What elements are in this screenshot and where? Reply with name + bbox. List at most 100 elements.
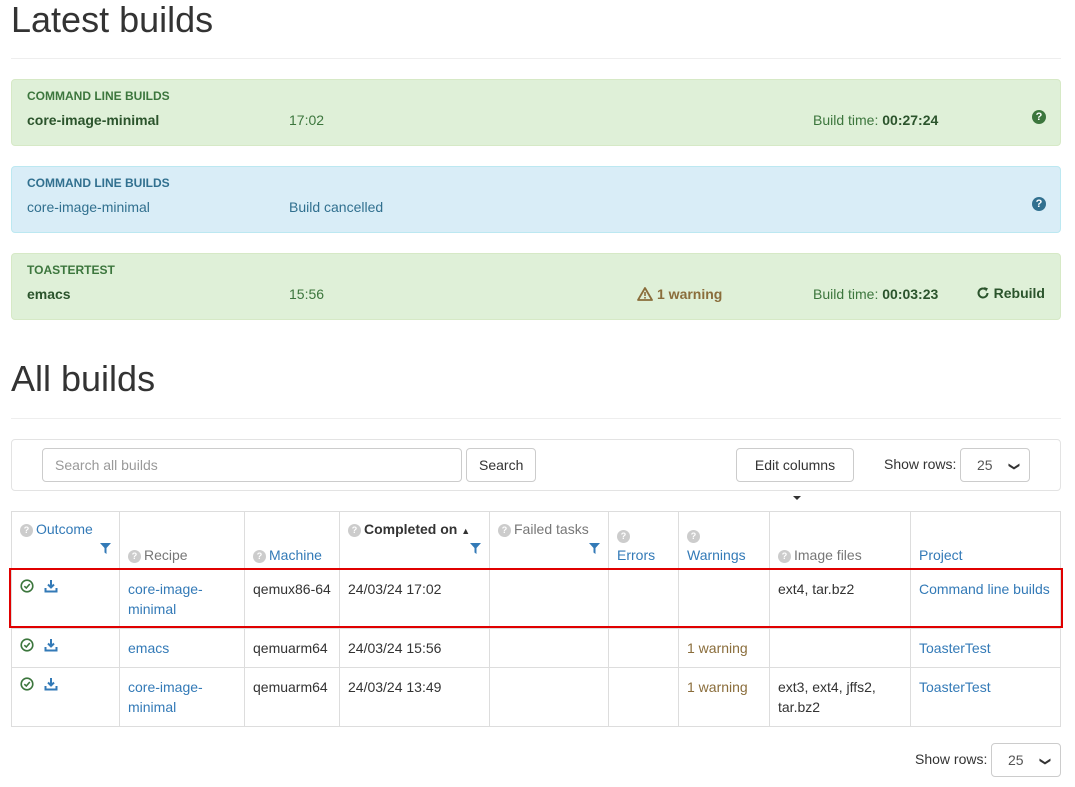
question-circle-icon[interactable]: ? bbox=[20, 524, 33, 537]
card-status: Build cancelled bbox=[289, 199, 384, 215]
card-project-name[interactable]: TOASTERTEST bbox=[27, 263, 115, 277]
rebuild-button[interactable]: Rebuild bbox=[976, 285, 1045, 301]
column-failed-tasks[interactable]: ? Failed tasks bbox=[489, 511, 609, 570]
latest-build-card: COMMAND LINE BUILDS core-image-minimal B… bbox=[11, 166, 1061, 233]
search-input[interactable] bbox=[42, 448, 462, 482]
column-outcome[interactable]: ? Outcome bbox=[11, 511, 120, 570]
divider bbox=[11, 58, 1061, 59]
card-completed-time: 15:56 bbox=[289, 286, 325, 302]
warnings-cell[interactable] bbox=[678, 569, 770, 629]
latest-build-card: TOASTERTEST emacs 15:56 1 warning Build … bbox=[11, 253, 1061, 320]
question-circle-icon[interactable]: ? bbox=[348, 524, 361, 537]
table-row: core-image-minimal qemux86-64 24/03/24 1… bbox=[11, 569, 1061, 629]
builds-table: ? Outcome ? Recipe ? Machine ? Completed on … bbox=[11, 511, 1061, 727]
check-circle-icon bbox=[20, 638, 34, 652]
recipe-link[interactable]: core-image-minimal bbox=[128, 679, 203, 715]
column-label[interactable]: Completed on bbox=[364, 521, 457, 537]
column-label[interactable]: Outcome bbox=[36, 521, 93, 537]
project-cell[interactable]: ToasterTest bbox=[910, 628, 1061, 668]
project-link[interactable]: Command line builds bbox=[919, 581, 1050, 597]
latest-build-card: COMMAND LINE BUILDS core-image-minimal 1… bbox=[11, 79, 1061, 146]
recipe-cell[interactable]: core-image-minimal bbox=[119, 667, 245, 727]
filter-icon[interactable] bbox=[470, 543, 481, 554]
card-target[interactable]: emacs bbox=[27, 286, 71, 302]
question-circle-icon[interactable]: ? bbox=[253, 550, 266, 563]
errors-cell bbox=[608, 628, 679, 668]
errors-cell bbox=[608, 667, 679, 727]
project-link[interactable]: ToasterTest bbox=[919, 640, 991, 656]
recipe-cell[interactable]: core-image-minimal bbox=[119, 569, 245, 629]
column-label[interactable]: Machine bbox=[269, 547, 322, 563]
recipe-cell[interactable]: emacs bbox=[119, 628, 245, 668]
image-files-cell: ext3, ext4, jffs2, tar.bz2 bbox=[769, 667, 911, 727]
recipe-link[interactable]: emacs bbox=[128, 640, 169, 656]
completed-cell: 24/03/24 13:49 bbox=[339, 667, 490, 727]
show-rows-select-bottom[interactable]: 25 ❯ bbox=[991, 743, 1061, 777]
filter-icon[interactable] bbox=[589, 543, 600, 554]
question-circle-icon[interactable]: ? bbox=[687, 530, 700, 543]
project-cell[interactable]: Command line builds bbox=[910, 569, 1061, 629]
build-time-label: Build time: bbox=[813, 112, 879, 128]
column-label[interactable]: Project bbox=[919, 547, 963, 563]
machine-cell: qemuarm64 bbox=[244, 667, 340, 727]
card-target: core-image-minimal bbox=[27, 199, 150, 215]
column-machine[interactable]: ? Machine bbox=[244, 511, 340, 570]
show-rows-value: 25 bbox=[1008, 752, 1024, 768]
column-image-files[interactable]: ? Image files bbox=[769, 511, 911, 570]
column-errors[interactable]: ? Errors bbox=[608, 511, 679, 570]
refresh-icon bbox=[977, 287, 989, 299]
edit-columns-label: Edit columns bbox=[754, 457, 836, 473]
column-completed-on[interactable]: ? Completed on ▲ bbox=[339, 511, 490, 570]
card-build-time: Build time: 00:03:23 bbox=[813, 286, 938, 302]
card-warning-text: 1 warning bbox=[657, 286, 723, 302]
column-warnings[interactable]: ? Warnings bbox=[678, 511, 770, 570]
question-circle-icon[interactable]: ? bbox=[1032, 110, 1046, 124]
question-circle-icon[interactable]: ? bbox=[778, 550, 791, 563]
card-target[interactable]: core-image-minimal bbox=[27, 112, 159, 128]
warnings-cell[interactable]: 1 warning bbox=[678, 667, 770, 727]
section-title: All builds bbox=[11, 358, 156, 399]
project-link[interactable]: ToasterTest bbox=[919, 679, 991, 695]
page-title: Latest builds bbox=[11, 0, 214, 40]
project-cell[interactable]: ToasterTest bbox=[910, 667, 1061, 727]
card-warning-link[interactable]: 1 warning bbox=[637, 286, 722, 302]
show-rows-select[interactable]: 25 ❯ bbox=[960, 448, 1030, 482]
outcome-cell bbox=[11, 569, 120, 629]
filter-icon[interactable] bbox=[100, 543, 111, 554]
table-header-row: ? Outcome ? Recipe ? Machine ? Completed on … bbox=[11, 511, 1061, 570]
download-icon[interactable] bbox=[44, 638, 58, 652]
build-time-value[interactable]: 00:03:23 bbox=[882, 286, 938, 302]
question-circle-icon[interactable]: ? bbox=[1032, 197, 1046, 211]
download-icon[interactable] bbox=[44, 579, 58, 593]
warning-triangle-icon bbox=[637, 287, 653, 301]
column-label: Image files bbox=[794, 547, 862, 563]
completed-cell: 24/03/24 17:02 bbox=[339, 569, 490, 629]
table-toolbar: Search Edit columns Show rows: 25 ❯ bbox=[11, 439, 1061, 501]
column-project[interactable]: Project bbox=[910, 511, 1061, 570]
edit-columns-button[interactable]: Edit columns bbox=[736, 448, 854, 501]
question-circle-icon[interactable]: ? bbox=[498, 524, 511, 537]
outcome-cell bbox=[11, 628, 120, 668]
question-circle-icon[interactable]: ? bbox=[617, 530, 630, 543]
warnings-cell[interactable]: 1 warning bbox=[678, 628, 770, 668]
card-project-name[interactable]: COMMAND LINE BUILDS bbox=[27, 89, 170, 103]
question-circle-icon[interactable]: ? bbox=[128, 550, 141, 563]
caret-down-icon bbox=[793, 496, 801, 501]
show-rows-label-bottom: Show rows: bbox=[915, 751, 988, 767]
check-circle-icon bbox=[20, 677, 34, 691]
machine-cell: qemux86-64 bbox=[244, 569, 340, 629]
rebuild-label: Rebuild bbox=[993, 285, 1045, 301]
check-circle-icon bbox=[20, 579, 34, 593]
column-label: Recipe bbox=[144, 547, 188, 563]
failed-tasks-cell bbox=[489, 628, 609, 668]
chevron-down-icon: ❯ bbox=[1038, 756, 1051, 767]
completed-cell: 24/03/24 15:56 bbox=[339, 628, 490, 668]
column-label[interactable]: Errors bbox=[617, 547, 655, 563]
card-project-name[interactable]: COMMAND LINE BUILDS bbox=[27, 176, 170, 190]
column-label[interactable]: Warnings bbox=[687, 547, 746, 563]
recipe-link[interactable]: core-image-minimal bbox=[128, 581, 203, 617]
download-icon[interactable] bbox=[44, 677, 58, 691]
column-recipe[interactable]: ? Recipe bbox=[119, 511, 245, 570]
build-time-value[interactable]: 00:27:24 bbox=[882, 112, 938, 128]
search-button[interactable]: Search bbox=[466, 448, 536, 482]
